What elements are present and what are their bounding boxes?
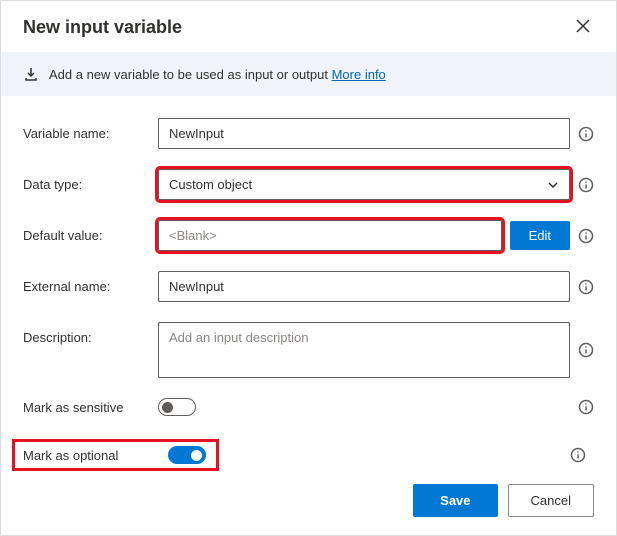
dialog-title: New input variable: [23, 17, 182, 38]
data-type-value: Custom object: [169, 177, 252, 192]
row-default-value: Default value: <Blank> Edit: [23, 220, 594, 251]
default-value-input[interactable]: <Blank>: [158, 220, 502, 251]
close-icon: [576, 19, 590, 33]
info-icon[interactable]: [578, 279, 594, 295]
edit-default-button[interactable]: Edit: [510, 221, 570, 250]
info-icon[interactable]: [578, 342, 594, 358]
info-icon[interactable]: [570, 447, 586, 463]
label-data-type: Data type:: [23, 169, 158, 192]
row-external-name: External name:: [23, 271, 594, 302]
cancel-button[interactable]: Cancel: [508, 484, 594, 517]
info-icon[interactable]: [578, 399, 594, 415]
download-icon: [23, 66, 39, 82]
mark-optional-toggle[interactable]: [168, 446, 206, 464]
info-banner: Add a new variable to be used as input o…: [1, 52, 616, 96]
save-button[interactable]: Save: [413, 484, 497, 517]
more-info-link[interactable]: More info: [332, 67, 386, 82]
row-description: Description:: [23, 322, 594, 378]
description-input[interactable]: [158, 322, 570, 378]
label-mark-sensitive: Mark as sensitive: [23, 400, 158, 415]
chevron-down-icon: [547, 179, 559, 191]
dialog-footer: Save Cancel: [413, 484, 594, 517]
info-icon[interactable]: [578, 126, 594, 142]
label-mark-optional: Mark as optional: [23, 448, 168, 463]
info-icon[interactable]: [578, 177, 594, 193]
mark-sensitive-toggle[interactable]: [158, 398, 196, 416]
label-external-name: External name:: [23, 271, 158, 294]
label-default-value: Default value:: [23, 220, 158, 243]
info-icon[interactable]: [578, 228, 594, 244]
external-name-input[interactable]: [158, 271, 570, 302]
row-mark-optional: Mark as optional: [15, 436, 594, 474]
form-area: Variable name: Data type: Custom object …: [1, 96, 616, 474]
row-data-type: Data type: Custom object: [23, 169, 594, 200]
close-button[interactable]: [572, 15, 594, 40]
dialog-header: New input variable: [1, 1, 616, 52]
banner-text: Add a new variable to be used as input o…: [49, 67, 386, 82]
row-mark-sensitive: Mark as sensitive: [23, 398, 594, 416]
label-description: Description:: [23, 322, 158, 345]
variable-name-input[interactable]: [158, 118, 570, 149]
label-variable-name: Variable name:: [23, 118, 158, 141]
data-type-select[interactable]: Custom object: [158, 169, 570, 200]
row-variable-name: Variable name:: [23, 118, 594, 149]
